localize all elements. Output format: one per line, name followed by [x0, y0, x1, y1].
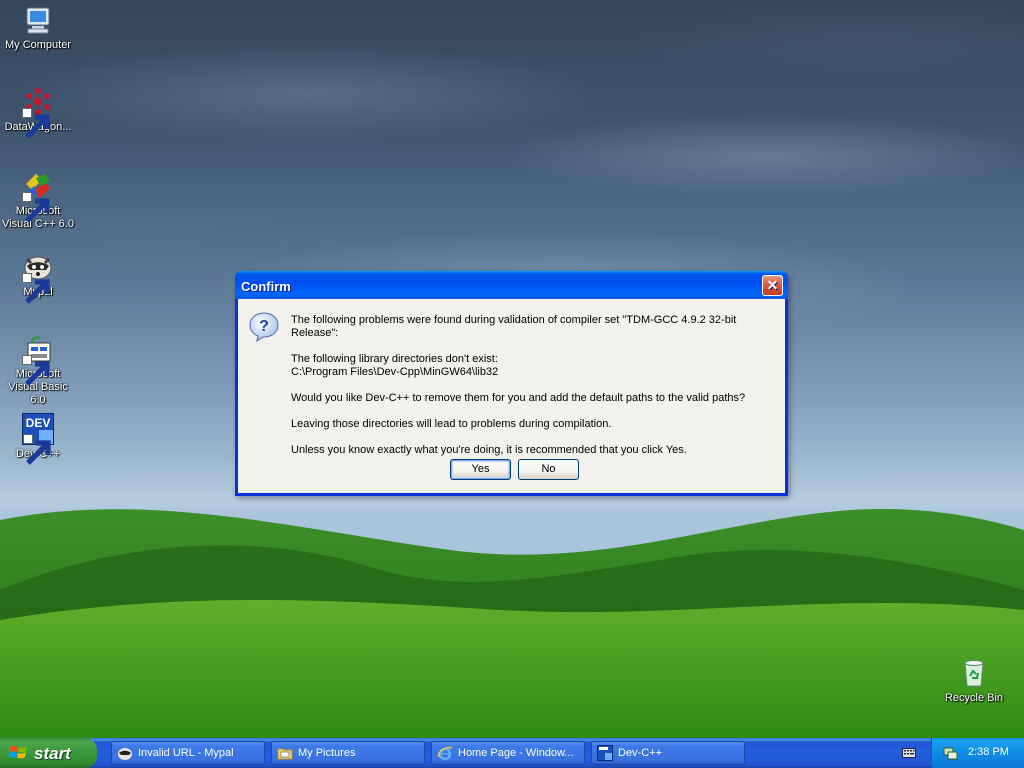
- shortcut-arrow-icon: [22, 355, 50, 386]
- folder-icon: [277, 748, 293, 760]
- desktop-icon-devcpp[interactable]: DEV Dev-C++: [0, 413, 76, 465]
- taskbar-item-home-page[interactable]: Home Page - Window...: [431, 741, 585, 765]
- desktop-icon-datawagon[interactable]: DataWagon...: [0, 86, 76, 139]
- visual-cpp-icon: [22, 170, 54, 223]
- close-button[interactable]: ✕: [762, 275, 783, 296]
- taskbar-item-my-pictures[interactable]: My Pictures: [271, 741, 425, 765]
- question-icon: ?: [249, 312, 279, 343]
- datawagon-icon: [22, 86, 54, 139]
- desktop-icon-mypal[interactable]: Mypal: [0, 251, 76, 304]
- desktop-icon-recycle-bin[interactable]: Recycle Bin: [936, 657, 1012, 705]
- my-computer-icon: [22, 4, 54, 36]
- green-hills: [0, 509, 1024, 738]
- devcpp-icon-text: DEV: [25, 416, 51, 430]
- desktop-icon-my-computer[interactable]: My Computer: [0, 4, 76, 52]
- message-missing-path: C:\Program Files\Dev-Cpp\MinGW64\lib32: [291, 366, 499, 378]
- mypal-icon: [118, 748, 132, 760]
- mypal-icon: [22, 251, 54, 304]
- dialog-message: The following problems were found during…: [291, 314, 771, 457]
- taskbar-item-mypal[interactable]: Invalid URL - Mypal: [111, 741, 265, 765]
- taskbar-item-label: Dev-C++: [618, 747, 663, 759]
- system-tray: 2:38 PM: [931, 738, 1024, 768]
- message-recommendation: Unless you know exactly what you're doin…: [291, 444, 687, 456]
- message-warning: Leaving those directories will lead to p…: [291, 418, 612, 430]
- keyboard-icon[interactable]: [902, 747, 916, 759]
- desktop-icon-visual-cpp[interactable]: Microsoft Visual C++ 6.0: [0, 170, 76, 231]
- devcpp-icon: DEV: [22, 413, 54, 465]
- icon-label: My Computer: [4, 39, 72, 51]
- taskbar-item-label: Invalid URL - Mypal: [138, 747, 234, 759]
- start-label: start: [34, 744, 71, 763]
- taskbar-item-label: My Pictures: [298, 747, 356, 759]
- svg-text:?: ?: [259, 318, 269, 335]
- yes-button[interactable]: Yes: [450, 459, 511, 480]
- dialog-titlebar[interactable]: Confirm ✕: [235, 271, 788, 299]
- devcpp-icon: [597, 745, 613, 761]
- recycle-bin-icon: [958, 657, 990, 689]
- network-icon[interactable]: [942, 745, 958, 761]
- desktop-icon-visual-basic[interactable]: Microsoft Visual Basic 6.0: [0, 333, 76, 407]
- visual-basic-icon: [22, 333, 54, 386]
- dialog-body: ? The following problems were found duri…: [238, 299, 785, 493]
- icon-label: Recycle Bin: [944, 692, 1004, 704]
- taskbar-item-devcpp[interactable]: Dev-C++: [591, 741, 745, 765]
- taskbar: start Invalid URL - Mypal My Pictures Ho…: [0, 738, 1024, 768]
- shortcut-arrow-icon: [22, 108, 50, 139]
- shortcut-arrow-icon: [23, 434, 51, 465]
- dialog-title: Confirm: [241, 279, 291, 294]
- close-icon: ✕: [766, 277, 779, 293]
- start-button[interactable]: start: [0, 738, 97, 768]
- ie-icon: [438, 746, 453, 761]
- taskbar-item-label: Home Page - Window...: [458, 747, 574, 759]
- message-question: Would you like Dev-C++ to remove them fo…: [291, 392, 746, 404]
- confirm-dialog: Confirm ✕ ? The following problems were …: [235, 271, 788, 496]
- message-missing-heading: The following library directories don't …: [291, 353, 498, 365]
- shortcut-arrow-icon: [22, 273, 50, 304]
- windows-flag-icon: [9, 745, 27, 759]
- no-button[interactable]: No: [518, 459, 579, 480]
- clock[interactable]: 2:38 PM: [968, 746, 1009, 758]
- message-intro: The following problems were found during…: [291, 314, 737, 339]
- shortcut-arrow-icon: [22, 192, 50, 223]
